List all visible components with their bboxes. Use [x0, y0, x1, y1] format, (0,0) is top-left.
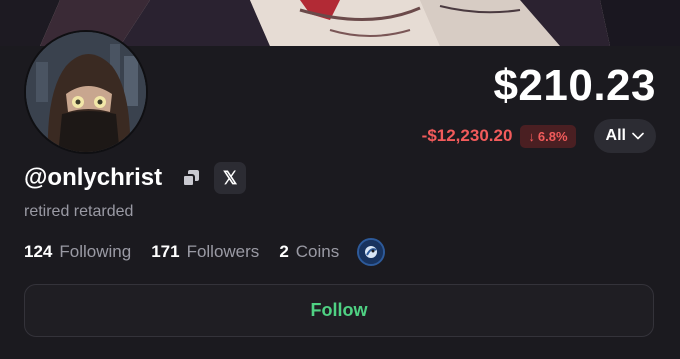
- profile-stats: 124 Following 171 Followers 2 Coins: [24, 237, 386, 267]
- following-stat[interactable]: 124 Following: [24, 242, 131, 262]
- followers-stat[interactable]: 171 Followers: [151, 242, 259, 262]
- hijab-avatar-icon: [26, 32, 146, 152]
- copy-icon: [182, 170, 200, 187]
- coins-stat[interactable]: 2 Coins: [279, 242, 339, 262]
- profile-bio: retired retarded: [24, 203, 134, 220]
- portfolio-balance: $210.23: [493, 61, 656, 110]
- following-count: 124: [24, 242, 53, 261]
- followers-label: Followers: [186, 242, 260, 261]
- copy-button[interactable]: [178, 165, 204, 191]
- x-logo-icon: 𝕏: [222, 167, 238, 188]
- time-range-dropdown[interactable]: All: [593, 119, 656, 153]
- following-label: Following: [59, 242, 132, 261]
- username-row: @onlychrist 𝕏: [24, 162, 247, 194]
- profile-avatar[interactable]: [24, 30, 148, 154]
- pnl-row: -$12,230.20 ↓ 6.8% All: [422, 119, 656, 153]
- coins-count: 2: [279, 242, 289, 261]
- follow-button[interactable]: Follow: [24, 284, 654, 337]
- pnl-percent-badge: ↓ 6.8%: [520, 124, 576, 148]
- pnl-amount: -$12,230.20: [421, 126, 513, 145]
- username: @onlychrist: [24, 164, 163, 191]
- coin-icon[interactable]: [357, 238, 386, 266]
- followers-count: 171: [151, 242, 180, 261]
- coin-avatar-icon: [359, 240, 384, 264]
- x-profile-button[interactable]: 𝕏: [214, 162, 247, 194]
- chevron-down-icon: [632, 132, 644, 140]
- time-range-label: All: [605, 127, 626, 144]
- arrow-down-icon: ↓: [528, 128, 535, 144]
- coins-label: Coins: [295, 242, 340, 261]
- pnl-percent: 6.8%: [537, 128, 568, 144]
